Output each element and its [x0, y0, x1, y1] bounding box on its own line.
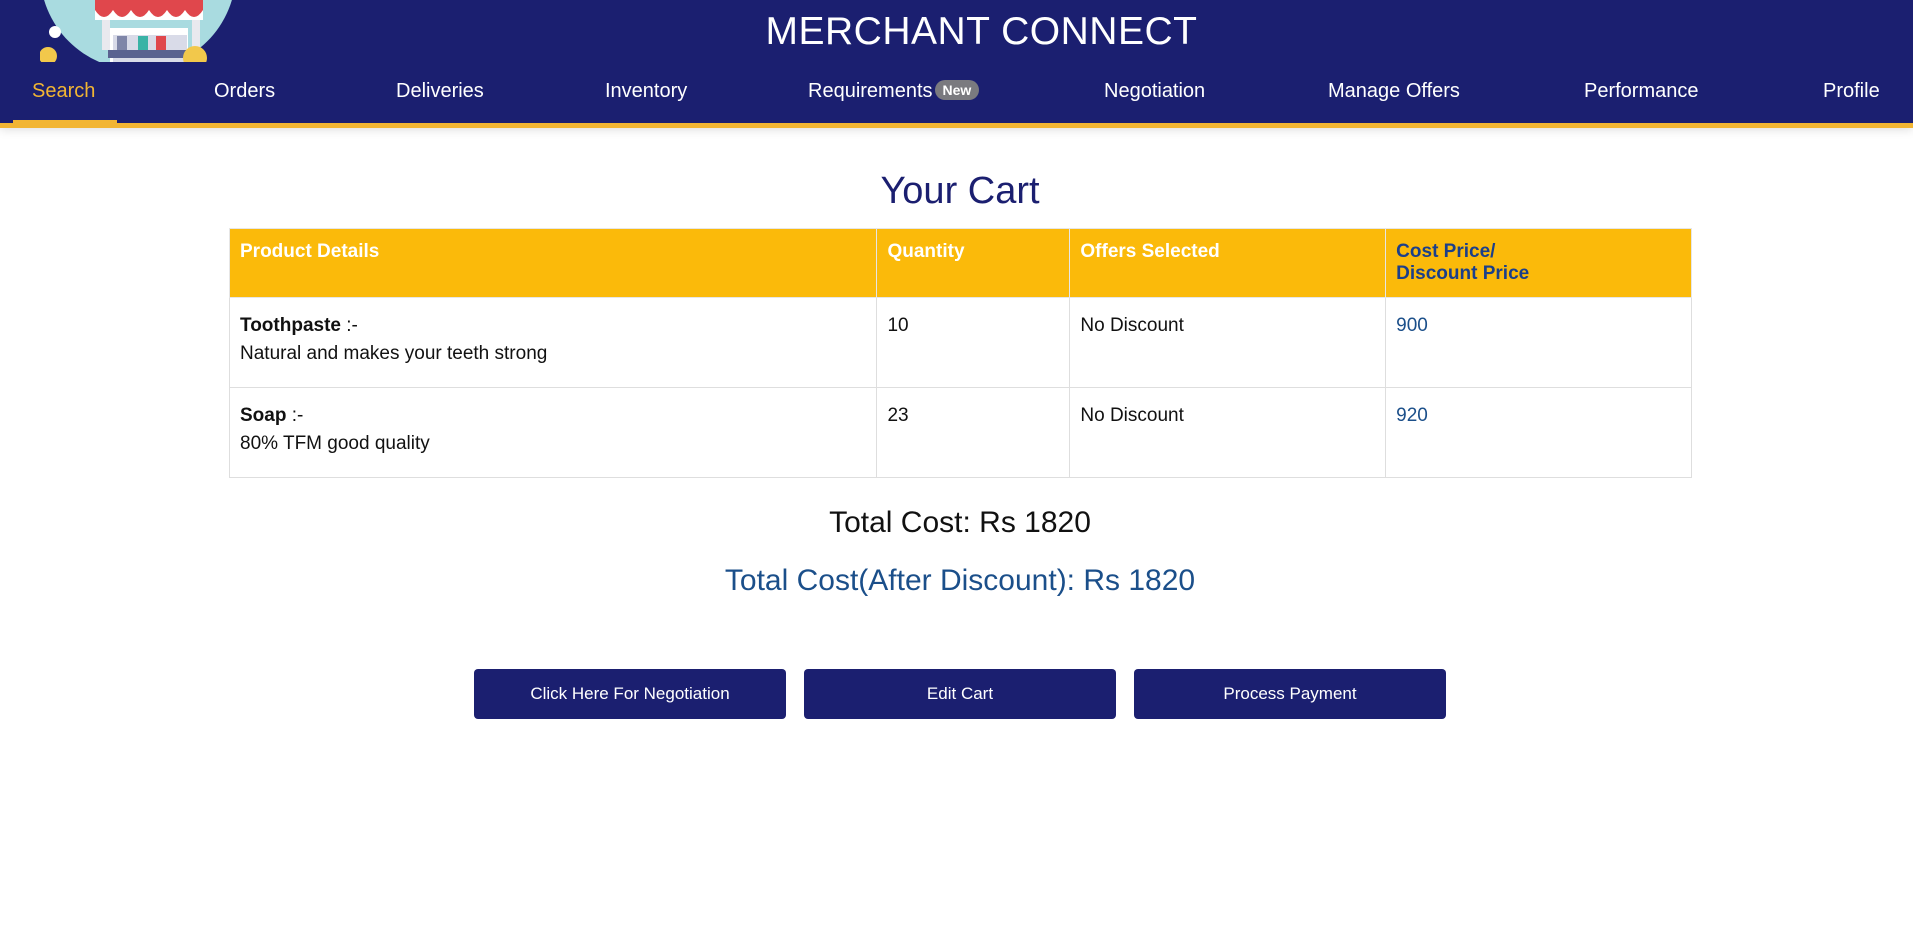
product-separator: :- — [286, 405, 304, 426]
nav-inventory[interactable]: Inventory — [605, 80, 687, 103]
header-price: Cost Price/Discount Price — [1385, 228, 1692, 298]
total-cost-after-discount: Total Cost(After Discount): Rs 1820 — [724, 564, 1196, 597]
product-cell: Soap :- 80% TFM good quality — [228, 387, 878, 478]
nav-orders[interactable]: Orders — [214, 80, 275, 103]
header-offers-selected: Offers Selected — [1069, 228, 1387, 298]
nav-requirements[interactable]: Requirements New — [808, 80, 980, 103]
product-separator: :- — [340, 315, 358, 336]
offer-cell: No Discount — [1069, 387, 1387, 478]
table-row: Toothpaste :- Natural and makes your teet… — [228, 297, 1692, 388]
product-description: Natural and makes your teeth strong — [240, 343, 548, 364]
app-title: MERCHANT CONNECT — [765, 10, 1198, 53]
price-cell: 920 — [1385, 387, 1692, 478]
product-name: Soap — [240, 405, 287, 426]
product-description: 80% TFM good quality — [240, 433, 430, 454]
header-quantity: Quantity — [876, 228, 1071, 298]
offer-cell: No Discount — [1069, 297, 1387, 388]
header-price-line2: Discount Price — [1396, 263, 1530, 284]
cart-table: Product Details Quantity Offers Selected… — [228, 228, 1692, 478]
edit-cart-button[interactable]: Edit Cart — [804, 669, 1116, 719]
product-cell: Toothpaste :- Natural and makes your teet… — [228, 297, 878, 388]
quantity-cell: 23 — [876, 387, 1071, 478]
negotiation-button[interactable]: Click Here For Negotiation — [474, 669, 786, 719]
nav-negotiation[interactable]: Negotiation — [1104, 80, 1205, 103]
product-name: Toothpaste — [240, 315, 341, 336]
total-cost: Total Cost: Rs 1820 — [829, 506, 1091, 539]
nav-search[interactable]: Search — [32, 80, 95, 103]
table-row: Soap :- 80% TFM good quality 23 No Discou… — [228, 387, 1692, 478]
header-price-line1: Cost Price/ — [1396, 241, 1496, 262]
nav-performance[interactable]: Performance — [1584, 80, 1699, 103]
top-header: MERCHANT CONNECT Search Orders Deliverie… — [0, 0, 1913, 125]
price-cell: 900 — [1385, 297, 1692, 388]
nav-requirements-label: Requirements — [808, 80, 933, 102]
header-accent-line — [0, 123, 1913, 128]
cart-title: Your Cart — [880, 170, 1040, 212]
nav-profile[interactable]: Profile — [1823, 80, 1880, 103]
nav-manage-offers[interactable]: Manage Offers — [1328, 80, 1460, 103]
nav-deliveries[interactable]: Deliveries — [396, 80, 484, 103]
table-header-row: Product Details Quantity Offers Selected… — [228, 228, 1692, 298]
quantity-cell: 10 — [876, 297, 1071, 388]
header-product-details: Product Details — [228, 228, 878, 298]
new-badge: New — [934, 80, 980, 100]
process-payment-button[interactable]: Process Payment — [1134, 669, 1446, 719]
